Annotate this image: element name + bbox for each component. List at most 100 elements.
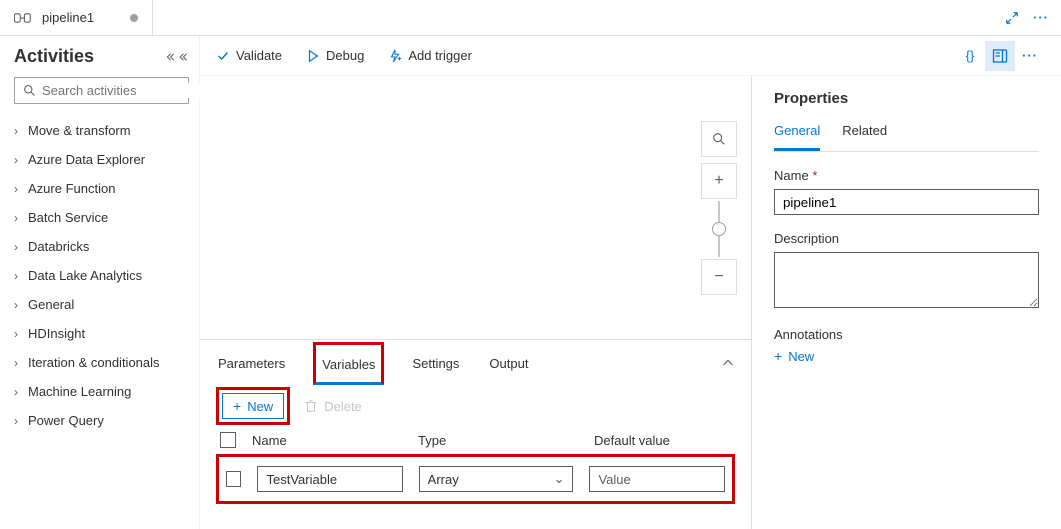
chevron-right-icon: › xyxy=(14,327,18,341)
expand-icon[interactable] xyxy=(1005,11,1019,25)
more-icon[interactable]: ··· xyxy=(1033,10,1049,25)
activity-label: Batch Service xyxy=(28,210,108,225)
activity-group[interactable]: › Machine Learning xyxy=(14,377,189,406)
canvas-controls: + − xyxy=(701,121,737,295)
chevron-right-icon: › xyxy=(14,240,18,254)
description-input[interactable] xyxy=(774,252,1039,308)
chevron-right-icon: › xyxy=(14,182,18,196)
name-input[interactable] xyxy=(774,189,1039,215)
debug-label: Debug xyxy=(326,48,364,63)
activity-group[interactable]: › Power Query xyxy=(14,406,189,435)
chevron-right-icon: › xyxy=(14,414,18,428)
properties-toggle-button[interactable] xyxy=(985,41,1015,71)
activity-group[interactable]: ›Batch Service xyxy=(14,203,189,232)
tab-variables[interactable]: Variables xyxy=(313,342,384,385)
activity-group[interactable]: › Azure Function xyxy=(14,174,189,203)
activity-label: Machine Learning xyxy=(28,384,131,399)
activity-label: Iteration & conditionals xyxy=(28,355,160,370)
add-trigger-label: Add trigger xyxy=(408,48,472,63)
code-view-button[interactable]: {} xyxy=(955,41,985,71)
tab-label: Related xyxy=(842,123,887,138)
chevron-right-icon: › xyxy=(14,153,18,167)
pipeline-icon xyxy=(14,11,34,25)
collapse-panel-icon[interactable] xyxy=(721,356,735,370)
zoom-slider[interactable] xyxy=(718,201,720,257)
tab-output[interactable]: Output xyxy=(487,344,530,383)
pipeline-tab[interactable]: pipeline1 xyxy=(0,0,153,35)
activity-label: HDInsight xyxy=(28,326,85,341)
zoom-out-button[interactable]: − xyxy=(701,259,737,295)
new-variable-button[interactable]: + New xyxy=(222,393,284,419)
tab-title: pipeline1 xyxy=(42,10,94,25)
activity-label: Power Query xyxy=(28,413,104,428)
plus-icon: + xyxy=(233,398,241,414)
properties-heading: Properties xyxy=(774,90,1039,107)
column-default: Default value xyxy=(594,433,670,448)
activity-group[interactable]: ›Data Lake Analytics xyxy=(14,261,189,290)
chevron-right-icon: › xyxy=(14,385,18,399)
search-icon xyxy=(712,132,726,146)
activity-group[interactable]: › Iteration & conditionals xyxy=(14,348,189,377)
search-input[interactable] xyxy=(14,77,189,104)
more-icon: ··· xyxy=(1022,48,1038,63)
plus-icon: + xyxy=(774,348,782,364)
zoom-thumb[interactable] xyxy=(712,222,726,236)
activity-group[interactable]: › Azure Data Explorer xyxy=(14,145,189,174)
variable-default-placeholder: Value xyxy=(598,472,630,487)
tab-related[interactable]: Related xyxy=(842,123,887,151)
tab-label: Parameters xyxy=(218,356,285,371)
debug-button[interactable]: Debug xyxy=(306,48,364,63)
bottom-tabstrip: Parameters Variables Settings Output xyxy=(216,340,735,386)
activity-label: Azure Function xyxy=(28,181,115,196)
search-field[interactable] xyxy=(42,83,218,98)
activity-label: Azure Data Explorer xyxy=(28,152,145,167)
variable-name-value: TestVariable xyxy=(266,472,337,487)
properties-panel: Properties General Related Name * Descri… xyxy=(751,76,1061,529)
validate-label: Validate xyxy=(236,48,282,63)
variable-name-input[interactable]: TestVariable xyxy=(257,466,402,492)
chevron-down-icon: ⌄ xyxy=(554,471,565,487)
variable-type-select[interactable]: Array⌄ xyxy=(419,466,574,492)
validate-button[interactable]: Validate xyxy=(216,48,282,63)
activities-panel: Activities ›Move & transform ›Azure Data… xyxy=(0,36,200,529)
zoom-in-button[interactable]: + xyxy=(701,163,737,199)
activity-label: Data Lake Analytics xyxy=(28,268,142,283)
tab-parameters[interactable]: Parameters xyxy=(216,344,287,383)
tab-label: General xyxy=(774,123,820,138)
new-annotation-button[interactable]: + New xyxy=(774,348,1039,364)
trash-icon xyxy=(304,399,318,413)
tab-general[interactable]: General xyxy=(774,123,820,151)
tab-settings[interactable]: Settings xyxy=(410,344,461,383)
unsaved-dot-icon xyxy=(130,14,138,22)
annotations-label: Annotations xyxy=(774,327,1039,342)
chevron-right-icon: › xyxy=(14,356,18,370)
name-label: Name * xyxy=(774,168,1039,183)
braces-icon: {} xyxy=(966,48,975,63)
activities-list: ›Move & transform ›Azure Data Explorer ›… xyxy=(14,116,189,435)
activity-group[interactable]: ›Move & transform xyxy=(14,116,189,145)
add-trigger-button[interactable]: Add trigger xyxy=(388,48,472,63)
select-all-checkbox[interactable] xyxy=(220,432,236,448)
delete-variable-button: Delete xyxy=(304,399,362,414)
activity-group[interactable]: › Databricks xyxy=(14,232,189,261)
toolbar-more-button[interactable]: ··· xyxy=(1015,41,1045,71)
description-label: Description xyxy=(774,231,1039,246)
activity-label: Databricks xyxy=(28,239,89,254)
pipeline-canvas[interactable]: + − xyxy=(200,76,751,339)
activity-label: Move & transform xyxy=(28,123,131,138)
fit-button[interactable] xyxy=(701,121,737,157)
tab-bar: pipeline1 ··· xyxy=(0,0,1061,36)
activities-heading: Activities xyxy=(14,46,94,67)
column-type: Type xyxy=(418,433,578,448)
tab-label: Variables xyxy=(322,357,375,372)
tab-label: Output xyxy=(489,356,528,371)
check-icon xyxy=(216,49,230,63)
variable-default-input[interactable]: Value xyxy=(589,466,725,492)
activity-label: General xyxy=(28,297,74,312)
minus-icon: − xyxy=(714,268,723,286)
activity-group[interactable]: › General xyxy=(14,290,189,319)
activity-group[interactable]: › HDInsight xyxy=(14,319,189,348)
chevron-right-icon: › xyxy=(14,298,18,312)
row-checkbox[interactable] xyxy=(226,471,241,487)
collapse-icon[interactable] xyxy=(165,51,189,63)
